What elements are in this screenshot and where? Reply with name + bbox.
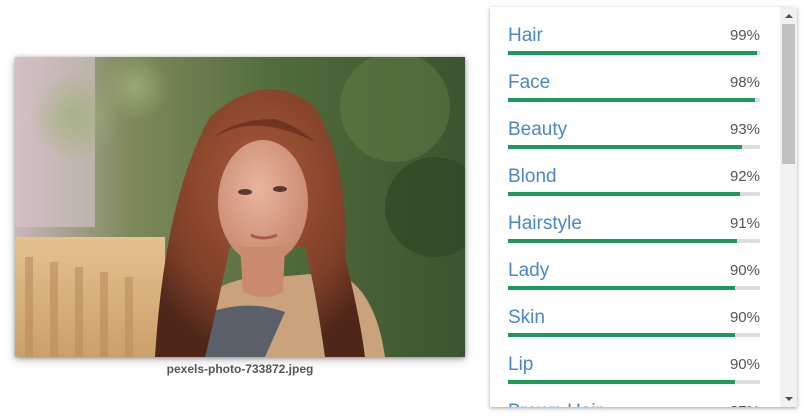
label-score: 98%	[729, 74, 760, 91]
labels-panel[interactable]: Hair 99% Face 98% Beauty 93% Blond 92% Hairstyle…	[490, 7, 797, 407]
photo-preview	[15, 57, 465, 357]
label-row: Blond 92%	[508, 148, 760, 196]
label-name: Blond	[508, 166, 557, 187]
label-list: Hair 99% Face 98% Beauty 93% Blond 92% Hairstyle…	[490, 7, 778, 407]
photo-filename: pexels-photo-733872.jpeg	[166, 362, 314, 376]
scrollbar[interactable]	[780, 7, 797, 407]
label-score: 99%	[729, 27, 760, 44]
label-name: Brown Hair	[508, 401, 602, 407]
label-score: 92%	[729, 168, 760, 185]
label-row: Lip 90%	[508, 336, 760, 384]
label-row: Brown Hair 87%	[508, 383, 760, 407]
label-row: Face 98%	[508, 54, 760, 102]
label-row: Beauty 93%	[508, 101, 760, 149]
scroll-thumb[interactable]	[782, 24, 795, 164]
label-row: Lady 90%	[508, 242, 760, 290]
label-score: 90%	[729, 262, 760, 279]
label-name: Lip	[508, 354, 534, 375]
label-score: 90%	[729, 356, 760, 373]
label-name: Beauty	[508, 119, 568, 140]
label-name: Hair	[508, 25, 543, 46]
arrow-up-icon[interactable]	[780, 7, 797, 24]
label-name: Lady	[508, 260, 550, 281]
photo-image	[15, 57, 465, 357]
label-score: 90%	[729, 309, 760, 326]
label-score: 93%	[729, 121, 760, 138]
label-name: Face	[508, 72, 551, 93]
label-name: Hairstyle	[508, 213, 582, 234]
label-score: 91%	[729, 215, 760, 232]
label-row: Hairstyle 91%	[508, 195, 760, 243]
label-row: Skin 90%	[508, 289, 760, 337]
label-name: Skin	[508, 307, 545, 328]
arrow-down-icon[interactable]	[780, 390, 797, 407]
label-row: Hair 99%	[508, 7, 760, 55]
label-score: 87%	[730, 403, 760, 407]
